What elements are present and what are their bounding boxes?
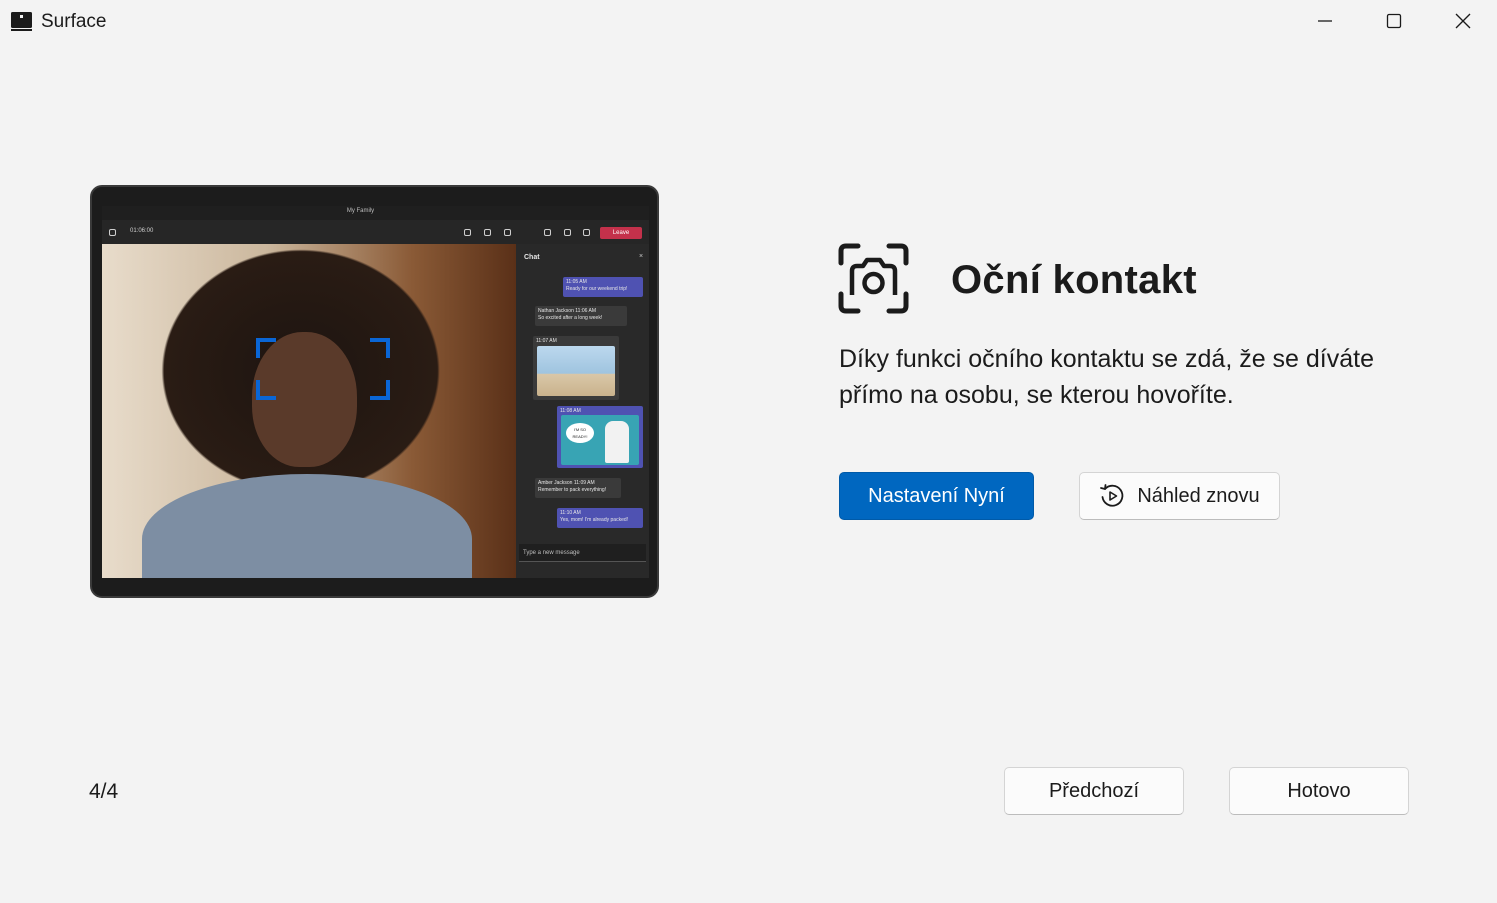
chat-message: 11:05 AM Ready for our weekend trip! bbox=[563, 277, 643, 297]
people-icon bbox=[464, 229, 471, 236]
replay-icon bbox=[1100, 484, 1124, 507]
raise-hand-icon bbox=[504, 229, 511, 236]
chat-message: Amber Jackson 11:09 AM Remember to pack … bbox=[535, 478, 621, 498]
leave-button: Leave bbox=[600, 227, 642, 239]
meeting-toolbar: 01:06:00 Leave bbox=[102, 220, 649, 244]
message-header: Nathan Jackson 11:06 AM bbox=[538, 308, 624, 315]
replay-preview-label: Náhled znovu bbox=[1137, 484, 1260, 507]
page-counter: 4/4 bbox=[89, 780, 119, 803]
previous-button[interactable]: Předchozí bbox=[1004, 767, 1184, 815]
replay-preview-button[interactable]: Náhled znovu bbox=[1079, 472, 1280, 520]
chat-message: 11:07 AM bbox=[533, 336, 619, 400]
chat-panel: Chat × 11:05 AM Ready for our weekend tr… bbox=[516, 244, 649, 578]
minimize-button[interactable] bbox=[1291, 0, 1359, 42]
done-button[interactable]: Hotovo bbox=[1229, 767, 1409, 815]
chat-message: 11:10 AM Yes, mom! I'm already packed! bbox=[557, 508, 643, 528]
share-icon bbox=[583, 229, 590, 236]
feature-title: Oční kontakt bbox=[951, 258, 1197, 302]
message-sender: Amber Jackson bbox=[538, 480, 573, 486]
minimize-icon bbox=[1318, 20, 1332, 22]
eye-contact-camera-icon bbox=[838, 243, 909, 314]
message-sender: Nathan Jackson bbox=[538, 308, 574, 314]
close-icon bbox=[1455, 13, 1471, 29]
close-button[interactable] bbox=[1429, 0, 1497, 42]
device-illustration: My Family 01:06:00 Leave Chat × 11:05 AM… bbox=[90, 185, 659, 598]
chat-message: 11:08 AM I'M SO READY! bbox=[557, 406, 643, 468]
camera-icon bbox=[544, 229, 551, 236]
maximize-icon bbox=[1386, 13, 1402, 29]
meeting-timer: 01:06:00 bbox=[130, 228, 154, 234]
mic-icon bbox=[564, 229, 571, 236]
beach-photo bbox=[537, 346, 615, 396]
message-time: 11:09 AM bbox=[573, 480, 595, 486]
device-screen: My Family 01:06:00 Leave Chat × 11:05 AM… bbox=[102, 206, 649, 578]
video-feed bbox=[102, 244, 516, 578]
eye-focus-frame bbox=[256, 338, 390, 400]
setup-now-button[interactable]: Nastavení Nyní bbox=[839, 472, 1034, 520]
message-header: Amber Jackson 11:09 AM bbox=[538, 480, 618, 487]
meeting-title: My Family bbox=[346, 208, 375, 214]
message-time: 11:10 AM bbox=[560, 510, 581, 516]
message-time: 11:06 AM bbox=[575, 308, 597, 314]
message-text: Ready for our weekend trip! bbox=[566, 286, 628, 292]
chat-input: Type a new message bbox=[519, 544, 646, 562]
chat-message: Nathan Jackson 11:06 AM So excited after… bbox=[535, 306, 627, 326]
meeting-titlebar: My Family bbox=[102, 206, 649, 220]
chat-title: Chat bbox=[524, 254, 540, 261]
message-text: Remember to pack everything! bbox=[538, 487, 607, 493]
message-text: So excited after a long week! bbox=[538, 315, 603, 321]
grid-icon bbox=[109, 229, 116, 236]
message-text: Yes, mom! I'm already packed! bbox=[560, 517, 629, 523]
surface-app-icon bbox=[11, 12, 32, 31]
message-time: 11:07 AM bbox=[536, 338, 557, 344]
feature-description: Díky funkci očního kontaktu se zdá, že s… bbox=[839, 345, 1375, 409]
window-title: Surface bbox=[41, 11, 107, 32]
title-bar: Surface bbox=[0, 0, 1497, 44]
chat-icon bbox=[484, 229, 491, 236]
llama-sticker: I'M SO READY! bbox=[561, 415, 639, 465]
sticker-text: I'M SO READY! bbox=[566, 423, 594, 443]
llama-shape bbox=[605, 421, 629, 463]
message-time: 11:05 AM bbox=[566, 279, 587, 285]
maximize-button[interactable] bbox=[1360, 0, 1428, 42]
chat-close-icon: × bbox=[639, 253, 644, 260]
person-shirt bbox=[142, 474, 472, 578]
message-time: 11:08 AM bbox=[560, 408, 581, 414]
